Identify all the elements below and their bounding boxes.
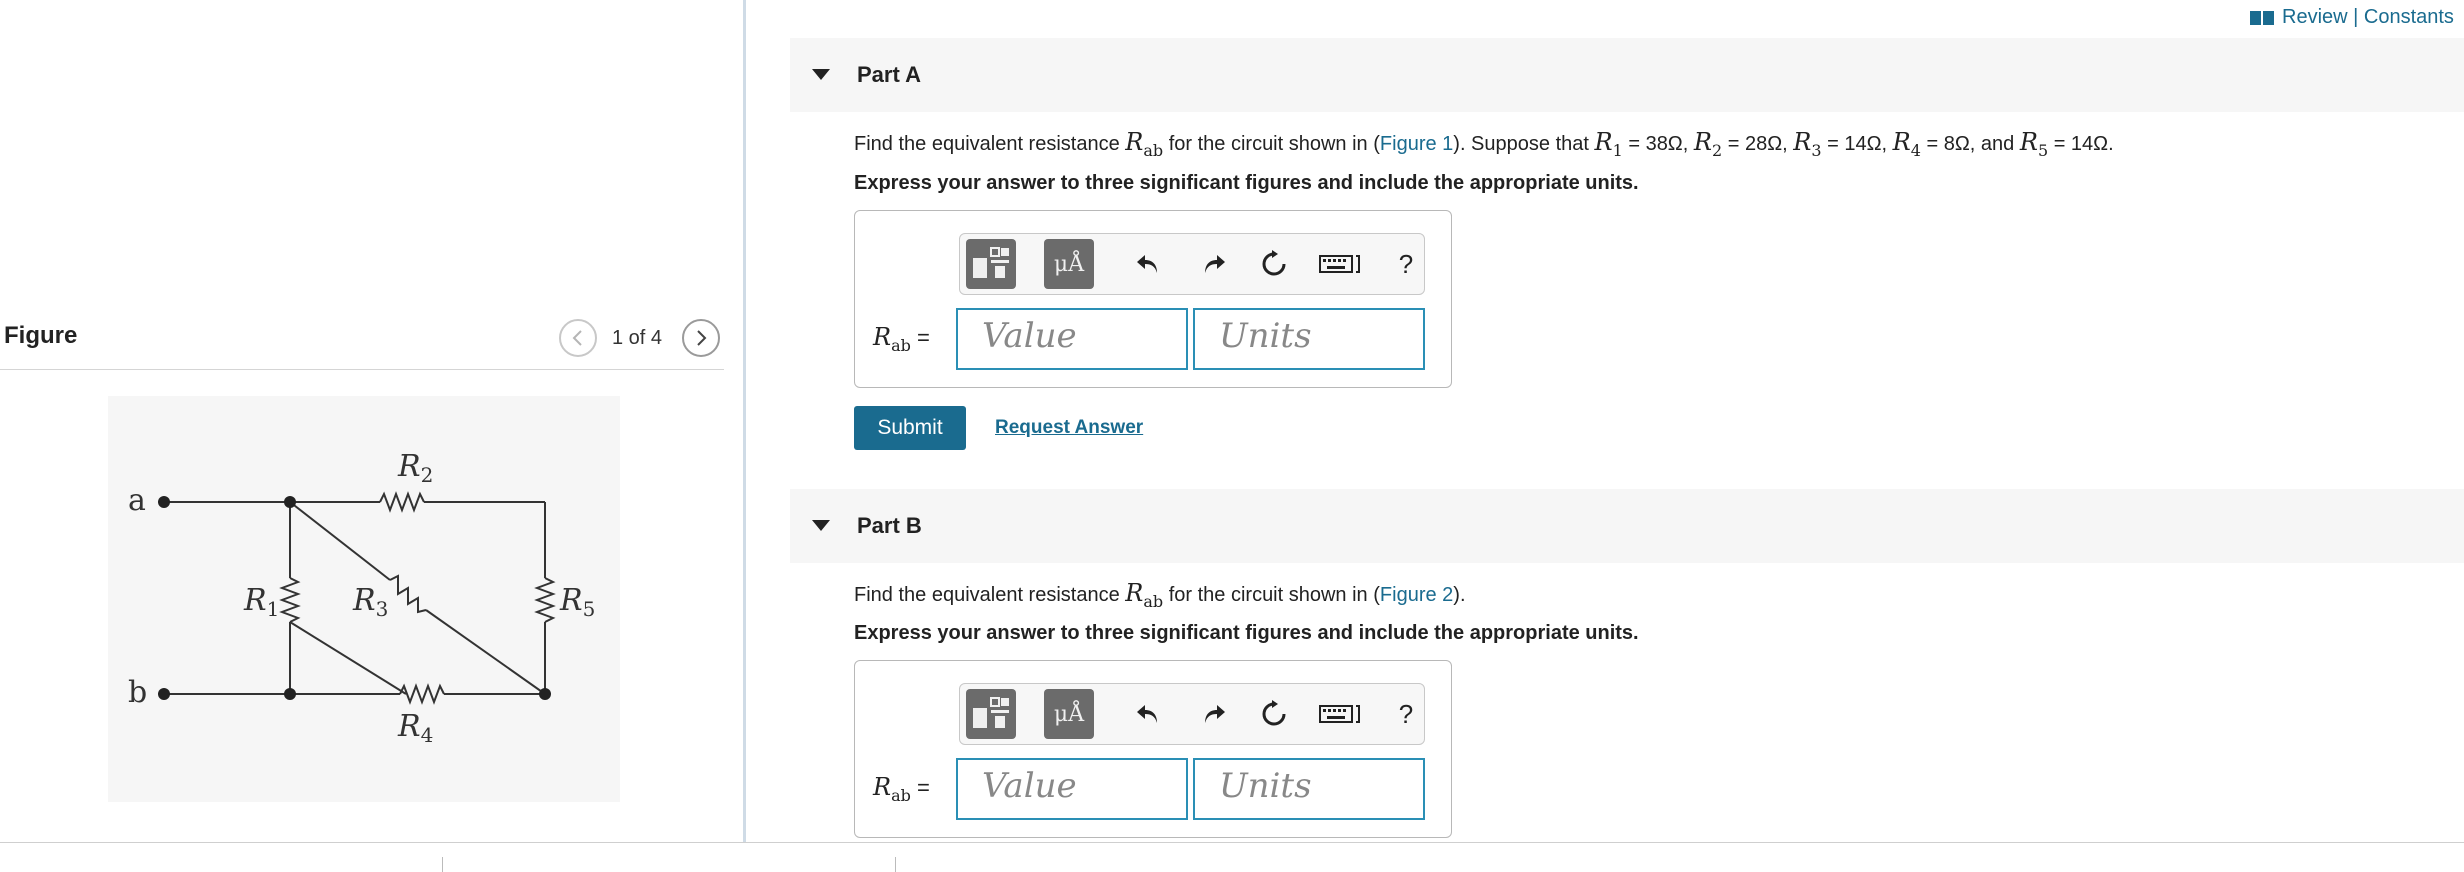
- junction-node: [284, 688, 296, 700]
- review-constants-link[interactable]: Review | Constants: [2250, 6, 2454, 29]
- circuit-figure: a b R2 R1 R3 R5 R4: [108, 396, 620, 802]
- request-answer-link[interactable]: Request Answer: [995, 417, 1143, 439]
- redo-icon: [1205, 255, 1225, 273]
- undo-button[interactable]: [1130, 696, 1166, 732]
- r1-label: R1: [243, 583, 279, 621]
- units-button[interactable]: μÅ: [1044, 689, 1094, 739]
- redo-button[interactable]: [1196, 246, 1232, 282]
- r4-label: R4: [397, 709, 433, 747]
- node-b-label: b: [128, 675, 147, 710]
- junction-node: [539, 688, 551, 700]
- part-a-answer-box: μÅ ? Rab = Value Units: [854, 210, 1452, 388]
- bottom-bar: [0, 842, 2464, 872]
- part-b-question: Find the equivalent resistance Rab for t…: [854, 579, 1466, 611]
- templates-button[interactable]: [966, 689, 1016, 739]
- junction-node: [284, 496, 296, 508]
- value-input[interactable]: Value: [956, 758, 1188, 820]
- units-input[interactable]: Units: [1193, 308, 1425, 370]
- answer-label: Rab =: [873, 323, 930, 355]
- chevron-right-icon: [697, 330, 707, 346]
- part-b-instruction: Express your answer to three significant…: [854, 622, 1639, 644]
- units-button[interactable]: μÅ: [1044, 239, 1094, 289]
- redo-button[interactable]: [1196, 696, 1232, 732]
- part-a-header[interactable]: Part A: [790, 38, 2464, 112]
- help-button[interactable]: ?: [1388, 696, 1424, 732]
- templates-icon: [973, 247, 1009, 278]
- part-a-question: Find the equivalent resistance Rab for t…: [854, 128, 2114, 160]
- math-toolbar: μÅ ?: [959, 233, 1425, 295]
- book-icon: [2250, 10, 2274, 25]
- undo-icon: [1137, 705, 1157, 723]
- reset-button[interactable]: [1256, 696, 1292, 732]
- part-b-header[interactable]: Part B: [790, 489, 2464, 563]
- figure-2-link[interactable]: Figure 2: [1380, 584, 1453, 606]
- divider: [442, 857, 443, 872]
- figure-title: Figure: [4, 322, 78, 349]
- r5-label: R5: [559, 583, 595, 621]
- units-input[interactable]: Units: [1193, 758, 1425, 820]
- part-b-answer-box: μÅ ? Rab = Value Units: [854, 660, 1452, 838]
- part-a-instruction: Express your answer to three significant…: [854, 172, 1639, 194]
- reset-icon: [1262, 700, 1286, 726]
- undo-icon: [1137, 255, 1157, 273]
- keyboard-icon: [1319, 255, 1360, 273]
- panel-splitter[interactable]: [743, 0, 746, 842]
- caret-down-icon: [812, 69, 830, 80]
- review-constants-label: Review | Constants: [2282, 6, 2454, 28]
- submit-button[interactable]: Submit: [854, 406, 966, 450]
- rab-symbol: Rab: [1125, 128, 1164, 160]
- undo-button[interactable]: [1130, 246, 1166, 282]
- keyboard-button[interactable]: [1316, 696, 1366, 732]
- previous-figure-button[interactable]: [559, 319, 597, 357]
- figure-1-link[interactable]: Figure 1: [1380, 133, 1453, 155]
- templates-icon: [973, 697, 1009, 728]
- help-button[interactable]: ?: [1388, 246, 1424, 282]
- circuit-diagram: a b R2 R1 R3 R5 R4: [128, 449, 595, 747]
- redo-icon: [1205, 705, 1225, 723]
- part-b-title: Part B: [857, 513, 922, 538]
- reset-button[interactable]: [1256, 246, 1292, 282]
- next-figure-button[interactable]: [682, 319, 720, 357]
- figure-header: Figure 1 of 4: [0, 316, 724, 370]
- page-root: Figure 1 of 4 a b R2 R1 R3 R5 R4 Review …: [0, 0, 2464, 872]
- divider: [895, 857, 896, 872]
- keyboard-button[interactable]: [1316, 246, 1366, 282]
- math-toolbar: μÅ ?: [959, 683, 1425, 745]
- templates-button[interactable]: [966, 239, 1016, 289]
- keyboard-icon: [1319, 705, 1360, 723]
- figure-pager-text: 1 of 4: [612, 327, 663, 349]
- terminal-a: [158, 496, 170, 508]
- reset-icon: [1262, 250, 1286, 276]
- figure-panel: Figure 1 of 4 a b R2 R1 R3 R5 R4: [0, 0, 745, 842]
- answer-label: Rab =: [873, 773, 930, 805]
- chevron-left-icon: [572, 330, 582, 346]
- r3-label: R3: [352, 583, 388, 621]
- r2-label: R2: [397, 449, 433, 487]
- part-a-title: Part A: [857, 62, 921, 87]
- node-a-label: a: [128, 483, 146, 518]
- caret-down-icon: [812, 520, 830, 531]
- terminal-b: [158, 688, 170, 700]
- rab-symbol: Rab: [1125, 579, 1164, 611]
- value-input[interactable]: Value: [956, 308, 1188, 370]
